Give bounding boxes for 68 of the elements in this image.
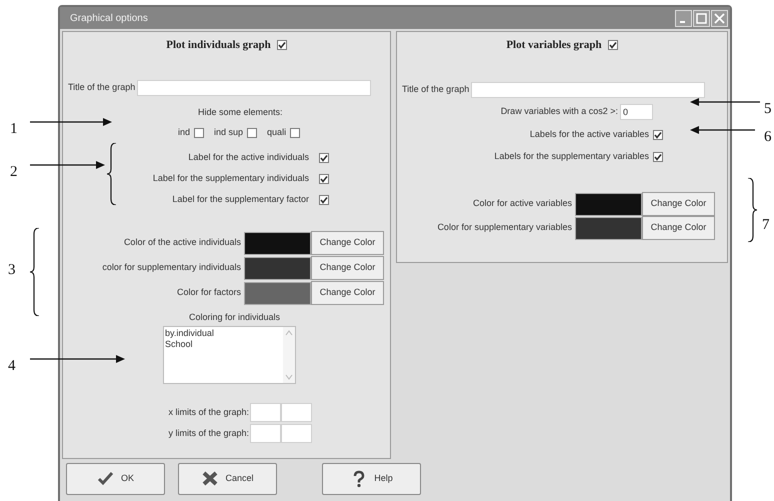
annotation-number: 3 bbox=[8, 261, 16, 279]
annotation-number: 6 bbox=[764, 128, 772, 146]
field-label: x limits of the graph: bbox=[167, 406, 249, 419]
checkbox-label: Label for the active individuals bbox=[187, 150, 309, 164]
checkbox[interactable] bbox=[653, 130, 663, 140]
field-label: Draw variables with a cos2 >: bbox=[500, 105, 618, 118]
minimize-button[interactable] bbox=[675, 10, 692, 26]
input-field[interactable]: 0 bbox=[620, 104, 653, 120]
checkbox-label: Label for the supplementary individuals bbox=[152, 172, 309, 185]
list-item[interactable]: by.individual bbox=[165, 328, 283, 339]
change-color-button[interactable]: Change Color bbox=[311, 256, 384, 280]
annotation-number: 7 bbox=[762, 216, 770, 234]
section-label: Hide some elements: bbox=[197, 106, 284, 118]
list-box[interactable]: by.individual School bbox=[163, 326, 296, 384]
checkbox-label: ind sup bbox=[214, 126, 244, 140]
cross-icon bbox=[201, 470, 220, 488]
input-field[interactable] bbox=[281, 424, 312, 443]
color-label: Color for supplementary variables bbox=[436, 221, 572, 234]
checkbox[interactable] bbox=[276, 40, 287, 50]
checkbox[interactable] bbox=[194, 128, 204, 138]
ok-button[interactable]: OK bbox=[66, 463, 165, 495]
color-label: Color for factors bbox=[176, 286, 241, 300]
change-color-button[interactable]: Change Color bbox=[311, 231, 384, 255]
input-field[interactable] bbox=[250, 424, 281, 443]
checkbox-label: Labels for the supplementary variables bbox=[493, 150, 649, 164]
checkbox-label: Label for the supplementary factor bbox=[171, 192, 309, 206]
checkbox-label: Labels for the active variables bbox=[528, 128, 649, 142]
scrollbar[interactable] bbox=[283, 327, 295, 383]
window-title: Graphical options bbox=[70, 12, 148, 26]
color-label: Color of the active individuals bbox=[122, 236, 241, 250]
checkbox[interactable] bbox=[247, 128, 258, 138]
checkbox[interactable] bbox=[319, 152, 329, 162]
maximize-button[interactable] bbox=[693, 10, 710, 26]
change-color-button[interactable]: Change Color bbox=[311, 281, 384, 305]
list-item[interactable]: School bbox=[165, 339, 283, 350]
panel-heading: Plot individuals graph bbox=[166, 38, 271, 53]
checkbox[interactable] bbox=[319, 194, 329, 204]
curly-brace bbox=[107, 143, 117, 205]
annotation-number: 4 bbox=[8, 357, 16, 375]
checkbox[interactable] bbox=[608, 40, 618, 50]
checkbox[interactable] bbox=[319, 174, 329, 184]
annotation-arrow bbox=[690, 126, 755, 134]
annotation-arrow bbox=[690, 98, 760, 106]
field-label: y limits of the graph: bbox=[167, 426, 249, 440]
curly-brace bbox=[748, 178, 758, 242]
annotation-number: 1 bbox=[10, 120, 18, 138]
input-field[interactable] bbox=[137, 80, 372, 96]
checkbox[interactable] bbox=[653, 152, 663, 162]
field-label: Title of the graph bbox=[68, 81, 136, 94]
checkbox[interactable] bbox=[290, 128, 300, 138]
annotation-number: 2 bbox=[10, 163, 18, 181]
close-button[interactable] bbox=[711, 10, 728, 26]
input-field[interactable] bbox=[281, 403, 312, 422]
list-label: Coloring for individuals bbox=[188, 311, 282, 323]
help-button[interactable]: Help bbox=[322, 463, 421, 495]
checkbox-label: quali bbox=[267, 126, 286, 140]
cancel-button[interactable]: Cancel bbox=[178, 463, 277, 495]
color-label: color for supplementary individuals bbox=[101, 261, 241, 274]
check-icon bbox=[96, 470, 115, 488]
annotation-number: 5 bbox=[764, 100, 772, 118]
change-color-button[interactable]: Change Color bbox=[642, 192, 715, 216]
color-label: Color for active variables bbox=[472, 197, 572, 210]
input-field[interactable] bbox=[471, 82, 706, 98]
change-color-button[interactable]: Change Color bbox=[642, 216, 715, 240]
panel-heading: Plot variables graph bbox=[506, 38, 602, 53]
field-label: Title of the graph bbox=[402, 83, 470, 96]
input-field[interactable] bbox=[250, 403, 281, 422]
checkbox-label: ind bbox=[178, 126, 190, 140]
